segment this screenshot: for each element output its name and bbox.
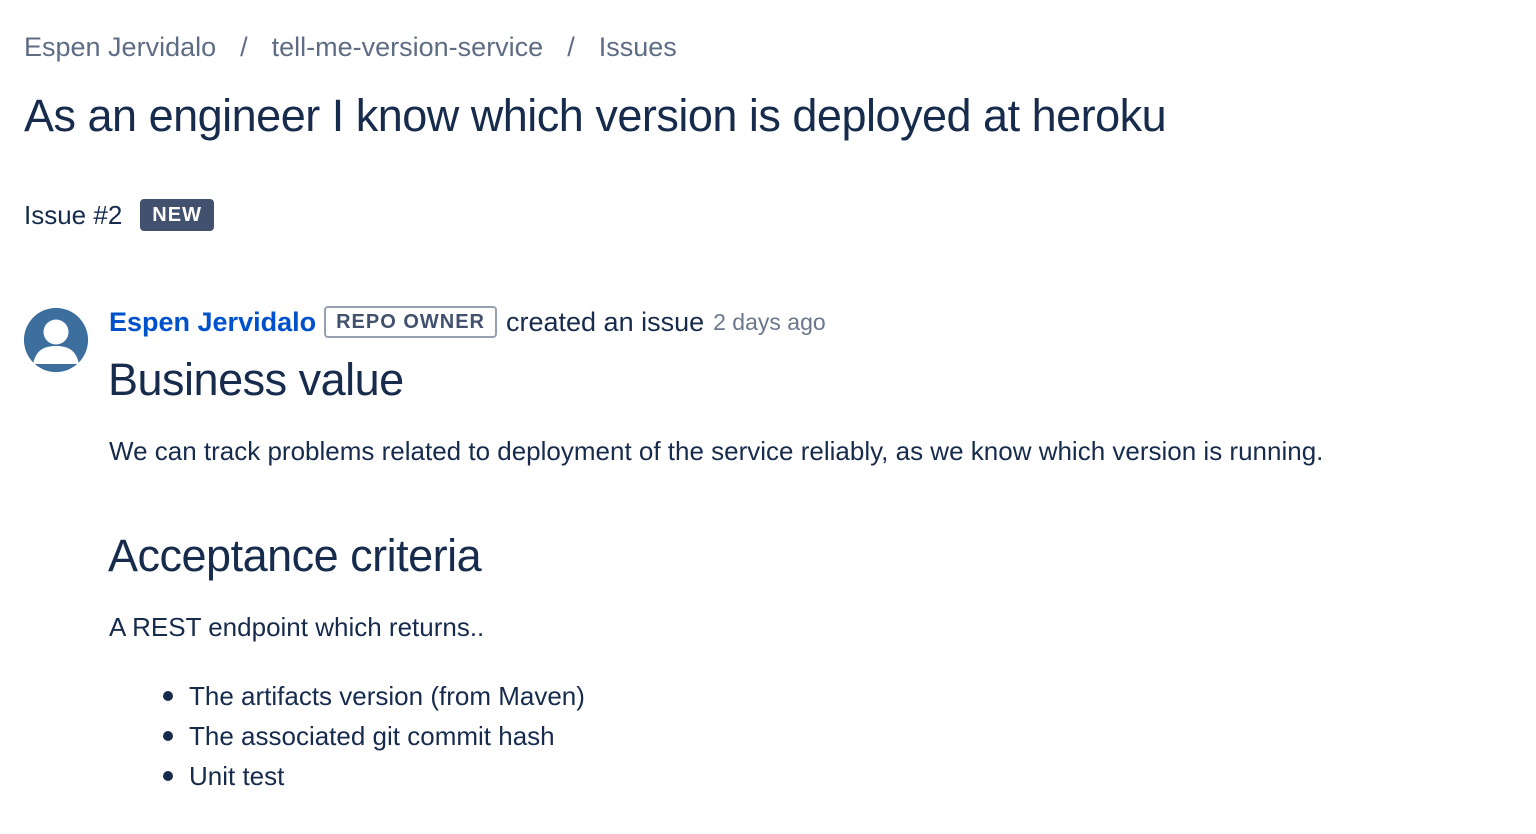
list-item-text: The artifacts version (from Maven) bbox=[189, 681, 585, 711]
issue-number: Issue #2 bbox=[24, 199, 123, 230]
list-item: Unit test bbox=[160, 756, 585, 796]
business-value-text: We can track problems related to deploym… bbox=[109, 436, 1324, 466]
breadcrumb-separator: / bbox=[567, 32, 575, 62]
avatar[interactable] bbox=[24, 308, 88, 372]
page-title: As an engineer I know which version is d… bbox=[24, 90, 1167, 141]
timestamp[interactable]: 2 days ago bbox=[713, 309, 826, 336]
bullet-icon bbox=[163, 731, 173, 741]
breadcrumb-item-issues[interactable]: Issues bbox=[599, 32, 677, 63]
list-item-text: Unit test bbox=[189, 761, 285, 791]
criteria-list: The artifacts version (from Maven) The a… bbox=[160, 676, 585, 796]
list-item: The artifacts version (from Maven) bbox=[160, 676, 585, 716]
business-value-heading: Business value bbox=[108, 354, 404, 405]
issue-meta: Issue #2 NEW bbox=[24, 199, 214, 231]
user-avatar-icon bbox=[24, 308, 88, 372]
list-item: The associated git commit hash bbox=[160, 716, 585, 756]
breadcrumb-separator: / bbox=[240, 32, 248, 62]
comment-header: Espen Jervidalo REPO OWNER created an is… bbox=[109, 306, 826, 338]
bullet-icon bbox=[163, 691, 173, 701]
acceptance-criteria-text: A REST endpoint which returns.. bbox=[109, 612, 485, 642]
breadcrumb-item-user[interactable]: Espen Jervidalo bbox=[24, 32, 216, 63]
breadcrumb-item-repo[interactable]: tell-me-version-service bbox=[272, 32, 544, 63]
acceptance-criteria-heading: Acceptance criteria bbox=[108, 530, 482, 581]
list-item-text: The associated git commit hash bbox=[189, 721, 555, 751]
breadcrumb: Espen Jervidalo / tell-me-version-servic… bbox=[24, 32, 677, 63]
author-link[interactable]: Espen Jervidalo bbox=[109, 307, 316, 338]
bullet-icon bbox=[163, 771, 173, 781]
action-text: created an issue bbox=[506, 306, 705, 337]
role-lozenge: REPO OWNER bbox=[324, 306, 497, 338]
issue-page: Espen Jervidalo / tell-me-version-servic… bbox=[0, 0, 1536, 834]
status-badge: NEW bbox=[140, 199, 214, 231]
